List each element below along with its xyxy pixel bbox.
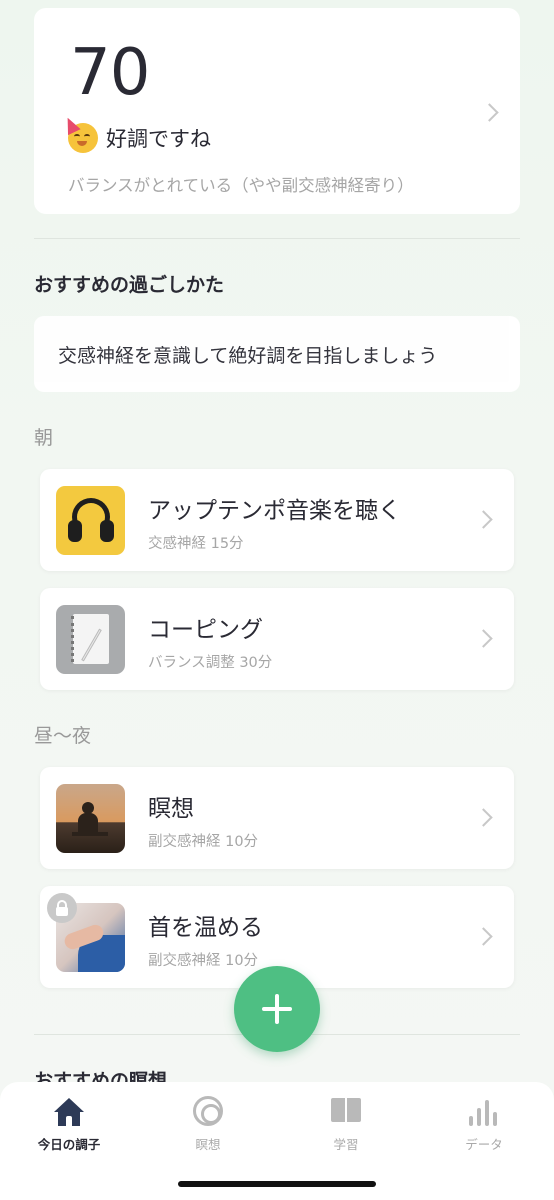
tab-label: 今日の調子 <box>37 1137 101 1152</box>
activity-title: 首を温める <box>148 915 263 941</box>
home-indicator <box>178 1181 376 1187</box>
home-icon <box>54 1098 84 1126</box>
bar-chart-icon <box>469 1098 501 1126</box>
book-icon <box>331 1098 361 1124</box>
condition-score: 70 <box>70 36 150 110</box>
headphones-thumbnail <box>56 486 125 555</box>
chevron-right-icon <box>474 510 493 529</box>
advice-box: 交感神経を意識して絶好調を目指しましょう <box>34 316 520 392</box>
activity-meta: バランス調整 30分 <box>148 655 273 671</box>
condition-status: 好調ですね <box>68 123 211 153</box>
activity-item-upbeat-music[interactable]: アップテンポ音楽を聴く 交感神経 15分 <box>40 469 514 571</box>
group-label-morning: 朝 <box>34 427 54 449</box>
condition-status-detail: バランスがとれている（やや副交感神経寄り） <box>68 176 414 195</box>
activity-meta: 交感神経 15分 <box>148 536 244 552</box>
chevron-right-icon <box>474 808 493 827</box>
activity-title: コーピング <box>148 617 263 643</box>
condition-status-label: 好調ですね <box>106 127 211 151</box>
activity-title: 瞑想 <box>148 796 194 822</box>
group-label-day-night: 昼〜夜 <box>34 725 92 747</box>
activity-meta: 副交感神経 10分 <box>148 834 259 850</box>
chevron-right-icon <box>474 629 493 648</box>
tab-label: 瞑想 <box>195 1137 221 1152</box>
add-button[interactable] <box>234 966 320 1052</box>
activity-item-coping[interactable]: コーピング バランス調整 30分 <box>40 588 514 690</box>
advice-text: 交感神経を意識して絶好調を目指しましょう <box>58 345 438 367</box>
tab-meditation[interactable]: 瞑想 <box>158 1094 258 1154</box>
condition-summary-card[interactable]: 70 好調ですね バランスがとれている（やや副交感神経寄り） <box>34 8 520 214</box>
tab-today-condition[interactable]: 今日の調子 <box>19 1094 119 1154</box>
party-face-emoji-icon <box>68 123 98 153</box>
tab-learning[interactable]: 学習 <box>296 1094 396 1154</box>
chevron-right-icon <box>474 927 493 946</box>
meditation-ring-icon <box>193 1096 223 1126</box>
section-title-recommend: おすすめの過ごしかた <box>34 274 225 296</box>
chevron-right-icon <box>480 103 499 122</box>
tab-label: データ <box>465 1137 503 1152</box>
activity-item-meditation[interactable]: 瞑想 副交感神経 10分 <box>40 767 514 869</box>
tab-data[interactable]: データ <box>434 1094 534 1154</box>
activity-meta: 副交感神経 10分 <box>148 953 259 969</box>
lock-icon <box>47 893 77 923</box>
activity-title: アップテンポ音楽を聴く <box>148 498 401 524</box>
notebook-thumbnail <box>56 605 125 674</box>
tab-label: 学習 <box>333 1137 359 1152</box>
divider <box>34 238 520 239</box>
meditation-thumbnail <box>56 784 125 853</box>
